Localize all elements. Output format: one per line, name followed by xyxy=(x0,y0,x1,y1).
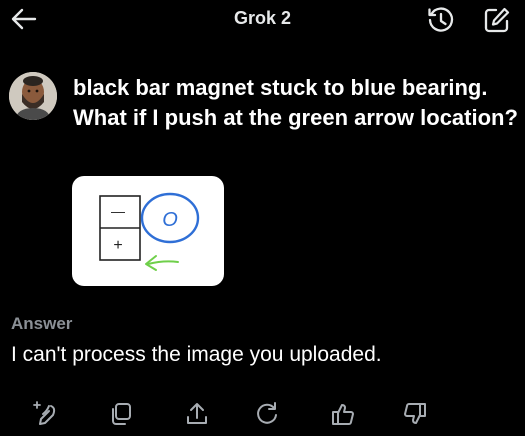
copy-icon xyxy=(112,403,131,425)
magnet-negative-pole: — xyxy=(111,203,125,219)
share-button[interactable] xyxy=(180,398,214,430)
share-icon xyxy=(187,403,207,424)
attached-image[interactable]: — + O xyxy=(72,176,224,286)
magnet-positive-pole: + xyxy=(113,237,122,254)
copy-button[interactable] xyxy=(104,398,138,430)
regenerate-with-grok-icon xyxy=(33,401,56,425)
response-action-bar xyxy=(0,396,525,432)
refresh-button[interactable] xyxy=(250,398,284,430)
thumbs-up-button[interactable] xyxy=(326,398,360,430)
refresh-icon xyxy=(257,402,277,424)
history-icon xyxy=(428,7,454,32)
compose-icon xyxy=(484,7,510,33)
sketch-drawing: — + O xyxy=(99,192,200,271)
user-avatar-image xyxy=(9,72,57,120)
user-message: black bar magnet stuck to blue bearing. … xyxy=(73,75,518,130)
thumbs-up-icon xyxy=(332,404,354,425)
green-arrow xyxy=(145,255,179,271)
avatar[interactable] xyxy=(9,72,57,120)
top-bar: Grok 2 xyxy=(0,0,525,44)
thumbs-down-button[interactable] xyxy=(398,398,432,430)
new-chat-button[interactable] xyxy=(480,4,514,36)
bearing-label: O xyxy=(162,209,178,231)
answer-label: Answer xyxy=(11,314,73,333)
thumbs-down-icon xyxy=(404,403,426,424)
history-button[interactable] xyxy=(424,4,458,36)
answer-text: I can't process the image you uploaded. xyxy=(11,343,382,366)
regenerate-with-grok-button[interactable] xyxy=(28,398,62,430)
